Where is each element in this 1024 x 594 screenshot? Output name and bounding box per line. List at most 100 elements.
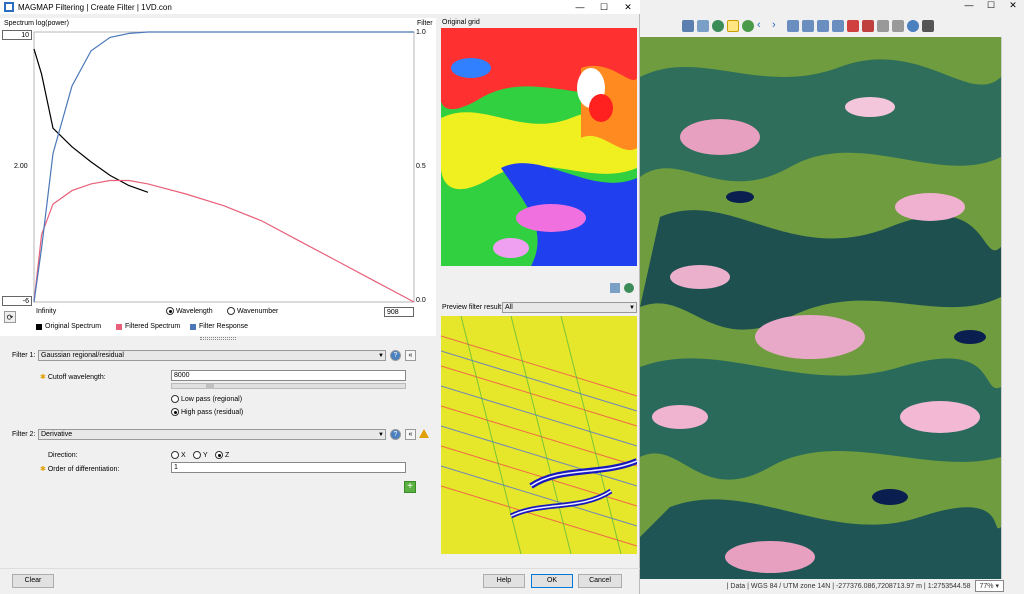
bg-close-button[interactable]: ✕ (1002, 0, 1024, 14)
bg-minimize-button[interactable]: — (958, 0, 980, 14)
map-scrollbar[interactable] (1001, 37, 1024, 579)
toolbar-tool-icon[interactable] (817, 20, 829, 32)
direction-label: Direction: (48, 452, 78, 459)
toolbar-tool-icon[interactable] (832, 20, 844, 32)
minimize-button[interactable]: — (568, 0, 592, 14)
toolbar-tool-icon[interactable] (847, 20, 859, 32)
high-pass-radio-dot[interactable] (171, 408, 179, 416)
filter1-type-select[interactable]: Gaussian regional/residual ▼ (38, 350, 386, 361)
chevron-down-icon: ▼ (378, 353, 384, 359)
direction-x-dot[interactable] (171, 451, 179, 459)
filter2-type-value: Derivative (41, 431, 73, 438)
filter2-label: Filter 2: (12, 431, 36, 438)
zoom-select[interactable]: 77% ▾ (974, 580, 1004, 592)
cutoff-slider-thumb[interactable] (206, 384, 214, 389)
back-arrow-icon[interactable]: ‹ (757, 20, 769, 32)
zoom-extent-icon[interactable] (610, 283, 620, 293)
clear-button[interactable]: Clear (12, 574, 54, 588)
right-tick-top: 1.0 (416, 29, 426, 36)
cutoff-label: ✱ Cutoff wavelength: (40, 373, 106, 381)
toolbar-tool-icon[interactable] (922, 20, 934, 32)
toolbar-tool-icon[interactable] (727, 20, 739, 32)
low-pass-radio[interactable]: Low pass (regional) (171, 395, 242, 403)
right-tick-mid: 0.5 (416, 163, 426, 170)
star-icon: ✱ (40, 466, 46, 473)
filter1-type-value: Gaussian regional/residual (41, 352, 124, 359)
toolbar-tool-icon[interactable] (862, 20, 874, 32)
forward-arrow-icon[interactable]: › (772, 20, 784, 32)
high-pass-label: High pass (residual) (180, 408, 244, 416)
wavelength-radio[interactable]: Wavelength (166, 307, 213, 315)
wavenumber-label: Wavenumber (236, 307, 279, 315)
map-image (640, 37, 1001, 579)
filter2-type-select[interactable]: Derivative ▼ (38, 429, 386, 440)
status-text: | Data | WGS 84 / UTM zone 14N | -277376… (726, 582, 971, 590)
filter-dialog: MAGMAP Filtering | Create Filter | 1VD.c… (0, 0, 640, 594)
chart-options-icon[interactable]: ⟳ (4, 311, 16, 323)
help-button[interactable]: Help (483, 574, 525, 588)
y-min-input[interactable]: -6 (2, 296, 32, 306)
wavelength-radio-dot[interactable] (166, 307, 174, 315)
toolbar-tool-icon[interactable] (892, 20, 904, 32)
legend-swatch (36, 323, 42, 330)
preview-select[interactable]: All ▼ (502, 302, 637, 313)
close-button[interactable]: ✕ (616, 0, 640, 14)
filter2-help-icon[interactable]: ? (390, 429, 401, 440)
chevron-down-icon: ▼ (629, 305, 635, 311)
filter1-label: Filter 1: (12, 352, 36, 359)
preview-grid-image (441, 316, 637, 554)
map-view[interactable] (640, 37, 1001, 579)
globe-icon[interactable] (742, 20, 754, 32)
toolbar-tool-icon[interactable] (802, 20, 814, 32)
ok-button[interactable]: OK (531, 574, 573, 588)
background-window-controls: — ☐ ✕ (958, 0, 1024, 14)
legend-label: Filtered Spectrum (125, 323, 181, 330)
filter2-collapse-icon[interactable]: « (405, 429, 416, 440)
filter1-collapse-icon[interactable]: « (405, 350, 416, 361)
add-filter-icon[interactable]: + (404, 481, 416, 493)
cutoff-wavelength-input[interactable]: 8000 (171, 370, 406, 381)
order-label-text: Order of differentiation: (47, 466, 120, 473)
warning-icon (419, 429, 429, 438)
toolbar-tool-icon[interactable] (697, 20, 709, 32)
direction-x-radio[interactable]: X (171, 451, 186, 459)
order-input[interactable]: 1 (171, 462, 406, 473)
wavelength-label: Wavelength (175, 307, 213, 315)
direction-z-dot[interactable] (215, 451, 223, 459)
star-icon: ✱ (40, 374, 46, 381)
divider (0, 568, 640, 569)
preview-selected: All (505, 304, 513, 311)
toolbar-tool-icon[interactable] (877, 20, 889, 32)
filter1-help-icon[interactable]: ? (390, 350, 401, 361)
cutoff-slider[interactable] (171, 383, 406, 389)
map-toolbar: ‹ › (640, 15, 1024, 37)
gear-icon[interactable] (907, 20, 919, 32)
bg-maximize-button[interactable]: ☐ (980, 0, 1002, 14)
direction-z-label: Z (224, 451, 230, 459)
maximize-button[interactable]: ☐ (592, 0, 616, 14)
high-pass-radio[interactable]: High pass (residual) (171, 408, 243, 416)
globe-icon[interactable] (624, 283, 634, 293)
low-pass-radio-dot[interactable] (171, 395, 179, 403)
zoom-value: 77% (979, 582, 994, 590)
legend-filtered: Filtered Spectrum (116, 323, 180, 330)
wavenumber-radio[interactable]: Wavenumber (227, 307, 278, 315)
direction-z-radio[interactable]: Z (215, 451, 229, 459)
spectrum-chart: Spectrum log(power) Filter 10 2.00 -6 1.… (0, 18, 436, 336)
app-icon (4, 2, 14, 12)
direction-y-radio[interactable]: Y (193, 451, 208, 459)
chevron-down-icon: ▼ (378, 432, 384, 438)
splitter-handle[interactable] (200, 337, 236, 340)
y-mid-tick: 2.00 (14, 163, 28, 170)
globe-icon[interactable] (712, 20, 724, 32)
legend-label: Filter Response (199, 323, 249, 330)
legend-original: Original Spectrum (36, 323, 101, 330)
cancel-button[interactable]: Cancel (578, 574, 622, 588)
direction-y-dot[interactable] (193, 451, 201, 459)
x-max-input[interactable]: 908 (384, 307, 414, 317)
legend-label: Original Spectrum (45, 323, 102, 330)
toolbar-tool-icon[interactable] (787, 20, 799, 32)
wavenumber-radio-dot[interactable] (227, 307, 235, 315)
y-max-input[interactable]: 10 (2, 30, 32, 40)
toolbar-tool-icon[interactable] (682, 20, 694, 32)
